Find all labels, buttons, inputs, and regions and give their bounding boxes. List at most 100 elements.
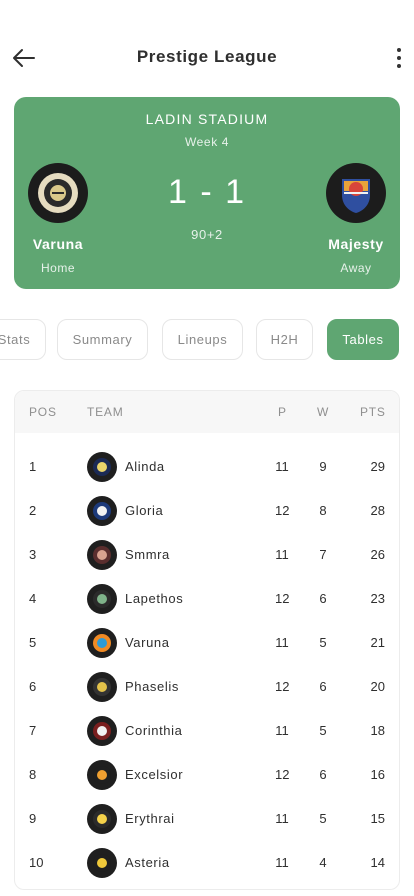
row-position: 6 — [29, 679, 37, 694]
tab-lineups[interactable]: Lineups — [162, 319, 243, 360]
tab-tables[interactable]: Tables — [327, 319, 399, 360]
club-crest-icon — [93, 766, 111, 784]
row-team-name: Phaselis — [125, 679, 179, 694]
header-pos[interactable]: POS — [29, 405, 57, 419]
team-logo — [87, 540, 117, 570]
row-points: 15 — [370, 811, 385, 826]
row-wins: 7 — [319, 547, 327, 562]
row-wins: 5 — [319, 635, 327, 650]
row-position: 8 — [29, 767, 37, 782]
header-points[interactable]: PTS — [360, 405, 386, 419]
table-header: POS TEAM P W PTS — [15, 391, 399, 433]
row-wins: 6 — [319, 591, 327, 606]
row-wins: 8 — [319, 503, 327, 518]
table-row[interactable]: 2 Gloria 12 8 28 — [15, 490, 399, 534]
team-logo — [87, 672, 117, 702]
row-position: 1 — [29, 459, 37, 474]
row-team-name: Corinthia — [125, 723, 183, 738]
club-crest-icon — [93, 634, 111, 652]
row-played: 11 — [275, 459, 289, 474]
row-wins: 6 — [319, 679, 327, 694]
row-points: 18 — [370, 723, 385, 738]
table-row[interactable]: 1 Alinda 11 9 29 — [15, 446, 399, 490]
tab-stats[interactable]: Stats — [0, 319, 46, 360]
row-played: 12 — [275, 679, 290, 694]
row-wins: 4 — [319, 855, 327, 870]
row-team-name: Asteria — [125, 855, 170, 870]
team-logo — [87, 496, 117, 526]
row-wins: 5 — [319, 811, 327, 826]
table-row[interactable]: 10 Asteria 11 4 14 — [15, 842, 399, 886]
match-card[interactable]: LADIN STADIUM Week 4 Varuna Home Majesty… — [14, 97, 400, 289]
table-row[interactable]: 5 Varuna 11 5 21 — [15, 622, 399, 666]
club-crest-icon — [93, 854, 111, 872]
team-logo — [87, 584, 117, 614]
row-team-name: Smmra — [125, 547, 170, 562]
tab-h2h[interactable]: H2H — [256, 319, 313, 360]
top-bar: Prestige League — [0, 0, 414, 110]
table-row[interactable]: 4 Lapethos 12 6 23 — [15, 578, 399, 622]
row-position: 2 — [29, 503, 37, 518]
row-team-name: Erythrai — [125, 811, 175, 826]
match-tabs: Stats Summary Lineups H2H Tables — [0, 319, 414, 361]
row-played: 12 — [275, 767, 290, 782]
row-played: 12 — [275, 591, 290, 606]
row-points: 28 — [370, 503, 385, 518]
row-points: 23 — [370, 591, 385, 606]
team-logo — [87, 760, 117, 790]
row-wins: 5 — [319, 723, 327, 738]
row-points: 20 — [370, 679, 385, 694]
team-logo — [87, 452, 117, 482]
team-logo — [87, 716, 117, 746]
row-played: 11 — [275, 855, 289, 870]
header-wins[interactable]: W — [317, 405, 329, 419]
table-row[interactable]: 6 Phaselis 12 6 20 — [15, 666, 399, 710]
league-table: POS TEAM P W PTS 1 Alinda 11 9 29 2 Gloria 12 8 2… — [14, 390, 400, 890]
club-crest-icon — [93, 502, 111, 520]
row-team-name: Lapethos — [125, 591, 184, 606]
row-team-name: Gloria — [125, 503, 164, 518]
club-crest-icon — [93, 590, 111, 608]
table-row[interactable]: 9 Erythrai 11 5 15 — [15, 798, 399, 842]
stadium-name: LADIN STADIUM — [145, 111, 269, 127]
row-points: 29 — [370, 459, 385, 474]
row-team-name: Alinda — [125, 459, 165, 474]
row-played: 11 — [275, 635, 289, 650]
row-position: 7 — [29, 723, 37, 738]
club-crest-icon — [93, 810, 111, 828]
club-crest-icon — [93, 458, 111, 476]
row-wins: 9 — [319, 459, 327, 474]
header-played[interactable]: P — [278, 405, 287, 419]
row-points: 26 — [370, 547, 385, 562]
row-team-name: Excelsior — [125, 767, 184, 782]
tab-summary[interactable]: Summary — [57, 319, 148, 360]
team-logo — [87, 628, 117, 658]
home-team-label: Home — [40, 261, 75, 275]
row-played: 11 — [275, 547, 289, 562]
row-points: 14 — [370, 855, 385, 870]
row-points: 16 — [370, 767, 385, 782]
table-row[interactable]: 7 Corinthia 11 5 18 — [15, 710, 399, 754]
table-row[interactable]: 8 Excelsior 12 6 16 — [15, 754, 399, 798]
team-logo — [87, 848, 117, 878]
row-position: 4 — [29, 591, 37, 606]
page-title: Prestige League — [136, 47, 278, 66]
match-score: 1 - 1 — [167, 173, 247, 211]
row-played: 11 — [275, 723, 289, 738]
row-played: 12 — [275, 503, 290, 518]
row-position: 9 — [29, 811, 37, 826]
row-played: 11 — [275, 811, 289, 826]
team-logo — [87, 804, 117, 834]
club-crest-icon — [93, 722, 111, 740]
match-minute: 90+2 — [191, 227, 223, 242]
table-row[interactable]: 3 Smmra 11 7 26 — [15, 534, 399, 578]
row-position: 10 — [29, 855, 44, 870]
match-week: Week 4 — [184, 135, 230, 149]
row-team-name: Varuna — [125, 635, 170, 650]
more-menu-button[interactable] — [388, 44, 410, 72]
row-wins: 6 — [319, 767, 327, 782]
header-team[interactable]: TEAM — [87, 405, 124, 419]
more-vertical-icon — [397, 48, 401, 52]
away-team-label: Away — [340, 261, 372, 275]
row-position: 3 — [29, 547, 37, 562]
